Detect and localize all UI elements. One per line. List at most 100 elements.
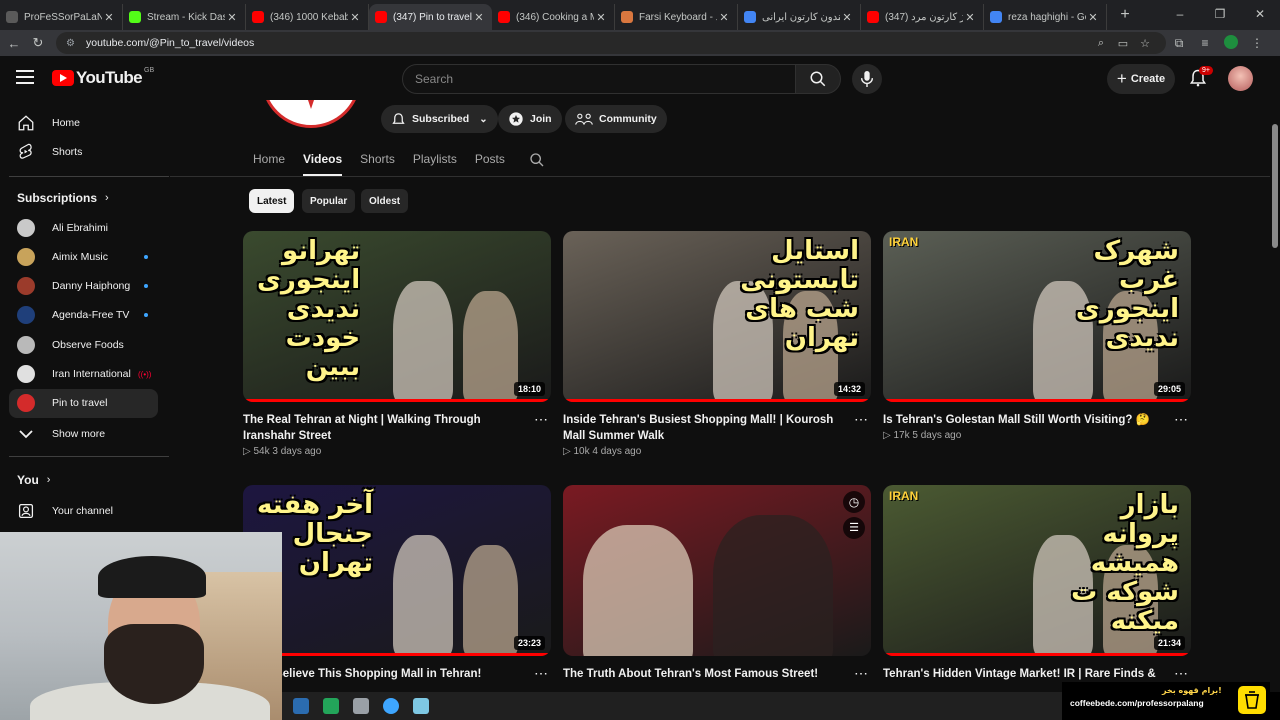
community-button[interactable]: Community [565,105,667,133]
video-title[interactable]: Inside Tehran's Busiest Shopping Mall! |… [563,412,853,444]
video-thumbnail[interactable]: آخر هفته جنجال تهران 23:23 [243,485,551,656]
video-thumbnail[interactable]: شهرک غرب اینجوری ندیدی IRAN 29:05 [883,231,1191,402]
browser-tab[interactable]: (347) تیتراژ کارتون مرد✕ [861,4,984,30]
menu-kebab-icon[interactable]: ⋮ [1244,36,1270,50]
account-avatar[interactable] [1228,66,1253,91]
channel-avatar[interactable] [261,100,361,128]
minimize-button[interactable]: – [1160,0,1200,30]
browser-tab[interactable]: (347) Pin to travel - Y✕ [369,4,492,30]
sidebar-subscription-item[interactable]: Aimix Music [9,242,158,271]
tab-shorts[interactable]: Shorts [360,152,395,174]
close-tab-icon[interactable]: ✕ [963,11,977,24]
video-card[interactable]: شهرک غرب اینجوری ندیدی IRAN 29:05 Is Tehran… [883,231,1191,441]
profile-icon[interactable] [1218,34,1244,52]
sidebar-subscription-item[interactable]: Agenda-Free TV [9,301,158,330]
sidebar-subscription-item[interactable]: Ali Ebrahimi [9,213,158,242]
filter-oldest[interactable]: Oldest [361,189,409,213]
video-title[interactable]: Can't Believe This Shopping Mall in Tehr… [243,666,533,682]
taskbar-app-icon[interactable] [353,698,369,714]
taskbar-app-icon[interactable] [413,698,429,714]
sidebar-subscription-item[interactable]: Pin to travel [9,388,158,418]
video-title[interactable]: The Truth About Tehran's Most Famous Str… [563,666,853,682]
subscribed-button[interactable]: Subscribed ⌄ [381,105,498,133]
video-more-options-icon[interactable]: ⋯ [1174,665,1189,682]
taskbar-app-icon[interactable] [293,698,309,714]
tab-videos[interactable]: Videos [303,152,343,176]
sidebar-subscription-item[interactable]: Danny Haiphong [9,272,158,301]
video-card[interactable]: بازار پروانه همیشه شوکه ت میکنه IRAN 21:34… [883,485,1191,682]
watch-later-icon[interactable]: ◷ [843,491,865,513]
sidebar-item-shorts[interactable]: Shorts [9,137,158,166]
voice-search-button[interactable] [852,64,882,94]
sidebar-item-home[interactable]: Home [9,108,158,137]
notifications-button[interactable]: 9+ [1188,66,1213,90]
reload-icon[interactable]: ↻ [26,35,50,51]
you-heading[interactable]: You › [17,473,50,487]
close-tab-icon[interactable]: ✕ [472,11,486,24]
video-more-options-icon[interactable]: ⋯ [1174,411,1189,428]
browser-tab[interactable]: Stream - Kick Dashbo✕ [123,4,246,30]
video-more-options-icon[interactable]: ⋯ [534,411,549,428]
tab-playlists[interactable]: Playlists [413,152,457,174]
url-text[interactable]: youtube.com/@Pin_to_travel/videos [86,37,1090,49]
browser-tab[interactable]: هلندون کارتون ایرانی -✕ [738,4,861,30]
taskbar-app-icon[interactable] [383,698,399,714]
sidebar-subscription-item[interactable]: Iran International ((•)) [9,360,158,389]
browser-tab[interactable]: Farsi Keyboard - کلید✕ [615,4,738,30]
browser-tab[interactable]: ProFeSSorPaLaNg St✕ [0,4,123,30]
video-card[interactable]: تهرانو اینجوری ندیدی خودت ببین 18:10 The R… [243,231,551,457]
add-to-queue-icon[interactable]: ☰ [843,517,865,539]
video-card[interactable]: ◷ ☰ The Truth About Tehran's Most Famous S… [563,485,871,682]
create-button[interactable]: + Create [1107,64,1175,94]
maximize-button[interactable]: ❐ [1200,0,1240,30]
taskbar-app-icon[interactable] [323,698,339,714]
video-card[interactable]: استایل تابستونی شب های تهران 14:32 Inside … [563,231,871,457]
new-tab-button[interactable]: + [1113,6,1137,24]
zoom-icon[interactable]: ⌕ [1090,37,1112,50]
video-more-options-icon[interactable]: ⋯ [534,665,549,682]
close-tab-icon[interactable]: ✕ [225,11,239,24]
site-info-icon[interactable]: ⚙ [66,38,78,49]
tab-home[interactable]: Home [253,152,285,174]
cast-icon[interactable]: ▭ [1112,37,1134,50]
video-title[interactable]: Tehran's Hidden Vintage Market! IR | Rar… [883,666,1173,682]
video-thumbnail[interactable]: تهرانو اینجوری ندیدی خودت ببین 18:10 [243,231,551,402]
close-window-button[interactable]: ✕ [1240,0,1280,30]
bookmark-star-icon[interactable]: ☆ [1134,37,1156,50]
video-thumbnail[interactable]: استایل تابستونی شب های تهران 14:32 [563,231,871,402]
browser-tab[interactable]: (346) Cooking a Mas✕ [492,4,615,30]
sidebar-item-your-channel[interactable]: Your channel [9,496,158,525]
search-input[interactable]: Search [402,64,796,94]
close-tab-icon[interactable]: ✕ [717,11,731,24]
page-scrollbar[interactable] [1270,58,1280,692]
media-controls-icon[interactable]: ≡ [1192,36,1218,50]
video-card[interactable]: آخر هفته جنجال تهران 23:23 Can't Believe T… [243,485,551,682]
video-title[interactable]: The Real Tehran at Night | Walking Throu… [243,412,533,444]
filter-popular[interactable]: Popular [302,189,356,213]
browser-tab[interactable]: reza haghighi - Goog✕ [984,4,1107,30]
close-tab-icon[interactable]: ✕ [1086,11,1100,24]
close-tab-icon[interactable]: ✕ [102,11,116,24]
extensions-icon[interactable]: ⧉ [1166,36,1192,51]
show-more-button[interactable]: Show more [9,419,158,448]
video-thumbnail[interactable]: بازار پروانه همیشه شوکه ت میکنه IRAN 21:34 [883,485,1191,656]
search-button[interactable] [795,64,841,94]
back-icon[interactable]: ← [2,36,26,51]
omnibox[interactable]: ⚙ youtube.com/@Pin_to_travel/videos ⌕ ▭ … [56,32,1166,54]
close-tab-icon[interactable]: ✕ [594,11,608,24]
browser-tab[interactable]: (346) 1000 Kebabs a✕ [246,4,369,30]
close-tab-icon[interactable]: ✕ [348,11,362,24]
hamburger-menu-icon[interactable] [16,70,34,88]
video-more-options-icon[interactable]: ⋯ [854,665,869,682]
youtube-logo[interactable]: YouTube GB [52,67,154,88]
video-more-options-icon[interactable]: ⋯ [854,411,869,428]
video-title[interactable]: Is Tehran's Golestan Mall Still Worth Vi… [883,412,1173,428]
join-button[interactable]: Join [498,105,562,133]
video-thumbnail[interactable]: ◷ ☰ [563,485,871,656]
close-tab-icon[interactable]: ✕ [840,11,854,24]
subscriptions-heading[interactable]: Subscriptions › [17,191,109,205]
tab-posts[interactable]: Posts [475,152,505,174]
filter-latest[interactable]: Latest [249,189,295,213]
channel-search-button[interactable] [529,152,545,179]
sidebar-subscription-item[interactable]: Observe Foods [9,330,158,359]
